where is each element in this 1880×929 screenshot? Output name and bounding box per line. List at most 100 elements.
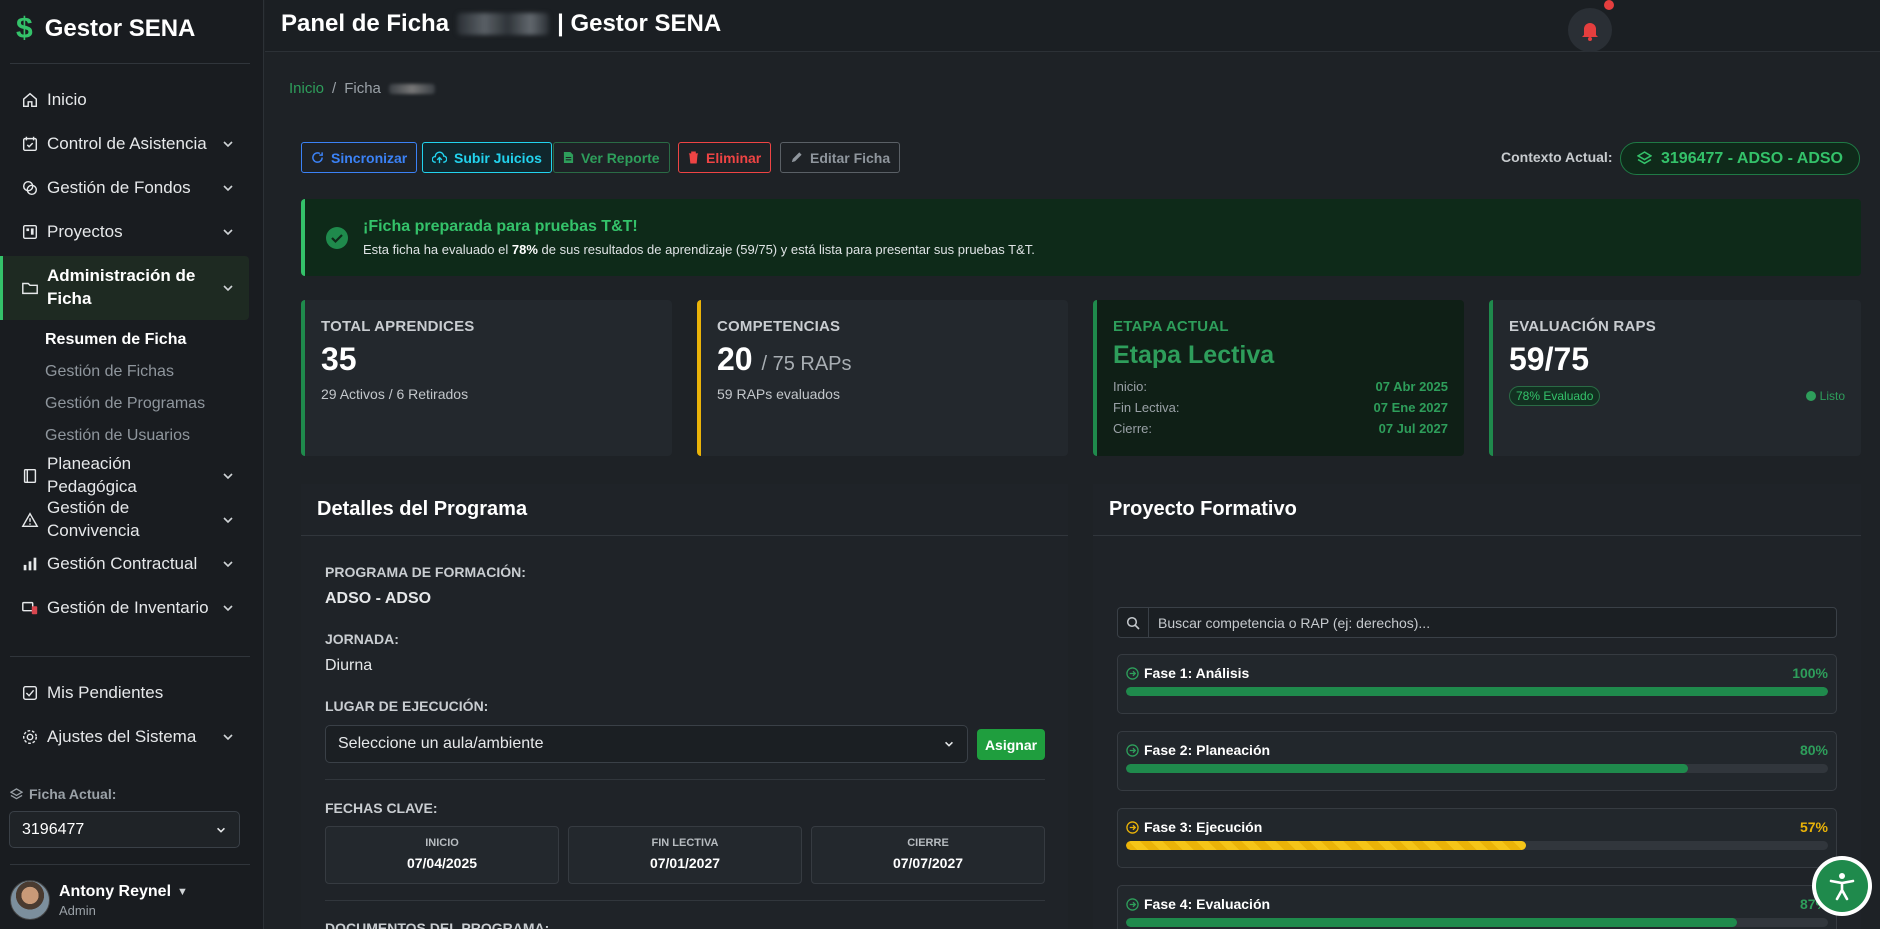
sidebar-item-label: Administración de Ficha (47, 266, 196, 308)
accessibility-button[interactable] (1812, 856, 1872, 916)
phase-progress-bar (1126, 764, 1828, 773)
breadcrumb: Inicio / Ficha (289, 80, 435, 97)
book-icon (23, 468, 37, 484)
sidebar-item-convivencia[interactable]: Gestión de Convivencia (0, 498, 249, 542)
assign-button[interactable]: Asignar (977, 729, 1045, 760)
user-menu[interactable]: Antony Reynel ▼ Admin (10, 880, 188, 920)
phase-card[interactable]: Fase 1: Análisis 100% (1117, 654, 1837, 714)
phase-percent: 80% (1799, 742, 1828, 758)
phase-card[interactable]: Fase 3: Ejecución 57% (1117, 808, 1837, 868)
sidebar-item-proyectos[interactable]: Proyectos (0, 210, 249, 254)
ficha-actual-label: Ficha Actual: (10, 786, 116, 802)
breadcrumb-current: Ficha (344, 80, 381, 97)
phase-progress-bar (1126, 687, 1828, 696)
search-icon-box (1118, 608, 1149, 637)
etapa-date-value: 07 Abr 2025 (1375, 379, 1448, 394)
sidebar-item-label: Ajustes del Sistema (47, 726, 197, 746)
sidebar-item-contractual[interactable]: Gestión Contractual (0, 542, 249, 586)
chevron-down-icon (223, 229, 233, 236)
chevron-down-icon (223, 517, 233, 524)
ficha-select-value: 3196477 (22, 820, 85, 838)
subitem-gestion-programas[interactable]: Gestión de Programas (45, 388, 205, 420)
pencil-icon (791, 152, 802, 163)
subitem-resumen-ficha[interactable]: Resumen de Ficha (45, 324, 186, 356)
avatar (10, 880, 50, 920)
ready-status-text: Listo (1819, 389, 1845, 403)
date-box-fin-lectiva: FIN LECTIVA 07/01/2027 (568, 826, 802, 884)
sidebar-item-label: Planeación Pedagógica (47, 454, 137, 496)
notification-badge (1604, 0, 1614, 10)
date-box-value: 07/07/2027 (892, 855, 964, 871)
sidebar-item-label: Gestión de Convivencia (47, 498, 140, 540)
sidebar-item-asistencia[interactable]: Control de Asistencia (0, 122, 249, 166)
fechas-label: FECHAS CLAVE: (325, 800, 438, 816)
sidebar-item-label: Inicio (47, 89, 87, 109)
alert-title: ¡Ficha preparada para pruebas T&T! (363, 218, 638, 235)
program-details-panel: Detalles del Programa PROGRAMA DE FORMAC… (301, 484, 1068, 929)
alert-body-percent: 78% (511, 242, 538, 257)
view-report-button[interactable]: Ver Reporte (553, 142, 670, 173)
programa-label: PROGRAMA DE FORMACIÓN: (325, 564, 526, 580)
edit-ficha-button[interactable]: Editar Ficha (780, 142, 901, 173)
ficha-select[interactable]: 3196477 (9, 811, 240, 848)
date-box-label: FIN LECTIVA (651, 837, 719, 849)
notifications-button[interactable] (1568, 8, 1612, 52)
phase-name: Fase 1: Análisis (1144, 665, 1250, 681)
etapa-date-row: Cierre: 07 Jul 2027 (1113, 418, 1448, 439)
sidebar-item-ajustes[interactable]: Ajustes del Sistema (0, 715, 249, 759)
phase-name: Fase 2: Planeación (1144, 742, 1271, 758)
redacted-ficha-id (388, 83, 435, 94)
upload-juicios-button[interactable]: Subir Juicios (422, 142, 552, 173)
jornada-label: JORNADA: (325, 631, 399, 647)
phase-percent: 57% (1799, 819, 1828, 835)
edit-ficha-label: Editar Ficha (810, 149, 891, 166)
phase-progress-fill (1126, 841, 1527, 850)
accessibility-icon-wrap (1816, 860, 1868, 912)
subitem-gestion-usuarios[interactable]: Gestión de Usuarios (45, 420, 190, 452)
sidebar-item-pendientes[interactable]: Mis Pendientes (0, 671, 249, 715)
delete-button-label: Eliminar (706, 149, 762, 166)
sidebar-item-inicio[interactable]: Inicio (0, 78, 249, 122)
brand[interactable]: $ Gestor SENA (16, 8, 195, 50)
sidebar-item-fondos[interactable]: Gestión de Fondos (0, 166, 249, 210)
search-icon (1126, 616, 1140, 630)
arrow-circle-icon (1126, 897, 1139, 911)
date-box-inicio: INICIO 07/04/2025 (325, 826, 559, 884)
breadcrumb-separator: / (332, 80, 337, 97)
badge-check-icon (326, 226, 348, 249)
stat-value: 35 (321, 341, 357, 377)
arrow-circle-icon (1126, 743, 1139, 757)
phase-card[interactable]: Fase 2: Planeación 80% (1117, 731, 1837, 791)
view-report-label: Ver Reporte (581, 149, 660, 166)
sync-button[interactable]: Sincronizar (301, 142, 418, 173)
etapa-date-row: Inicio: 07 Abr 2025 (1113, 376, 1448, 397)
accessibility-icon (1829, 873, 1855, 901)
chevron-down-icon (223, 561, 233, 568)
sidebar-item-planeacion[interactable]: Planeación Pedagógica (0, 454, 249, 498)
sidebar-item-label: Control de Asistencia (47, 133, 207, 153)
stat-card-competencias: COMPETENCIAS 20 / 75 RAPs 59 RAPs evalua… (697, 300, 1068, 456)
date-box-value: 07/04/2025 (406, 855, 478, 871)
divider (10, 63, 250, 64)
aula-select[interactable]: Seleccione un aula/ambiente (325, 725, 968, 763)
search-input[interactable]: Buscar competencia o RAP (ej: derechos).… (1149, 615, 1430, 631)
competencia-search[interactable]: Buscar competencia o RAP (ej: derechos).… (1117, 607, 1837, 638)
etapa-dates: Inicio: 07 Abr 2025 Fin Lectiva: 07 Ene 20… (1113, 376, 1448, 439)
stat-label: EVALUACIÓN RAPS (1509, 318, 1656, 335)
lugar-label: LUGAR DE EJECUCIÓN: (325, 698, 489, 714)
etapa-date-value: 07 Jul 2027 (1378, 421, 1448, 436)
trash-icon (688, 151, 699, 164)
divider (10, 656, 250, 657)
breadcrumb-home-link[interactable]: Inicio (289, 80, 324, 97)
etapa-date-value: 07 Ene 2027 (1373, 400, 1448, 415)
brand-name: Gestor SENA (44, 15, 196, 42)
delete-button[interactable]: Eliminar (678, 142, 772, 173)
context-badge[interactable]: 3196477 - ADSO - ADSO (1620, 142, 1860, 175)
subitem-gestion-fichas[interactable]: Gestión de Fichas (45, 356, 174, 388)
phase-card[interactable]: Fase 4: Evaluación 87% (1117, 885, 1837, 929)
sidebar-item-inventario[interactable]: Gestión de Inventario (0, 586, 249, 630)
chevron-down-icon (223, 141, 233, 148)
stat-value: 20 (717, 341, 753, 377)
stat-value-wrap: 20 / 75 RAPs (717, 341, 1052, 378)
sidebar-item-administracion-ficha[interactable]: Administración de Ficha (0, 256, 249, 320)
